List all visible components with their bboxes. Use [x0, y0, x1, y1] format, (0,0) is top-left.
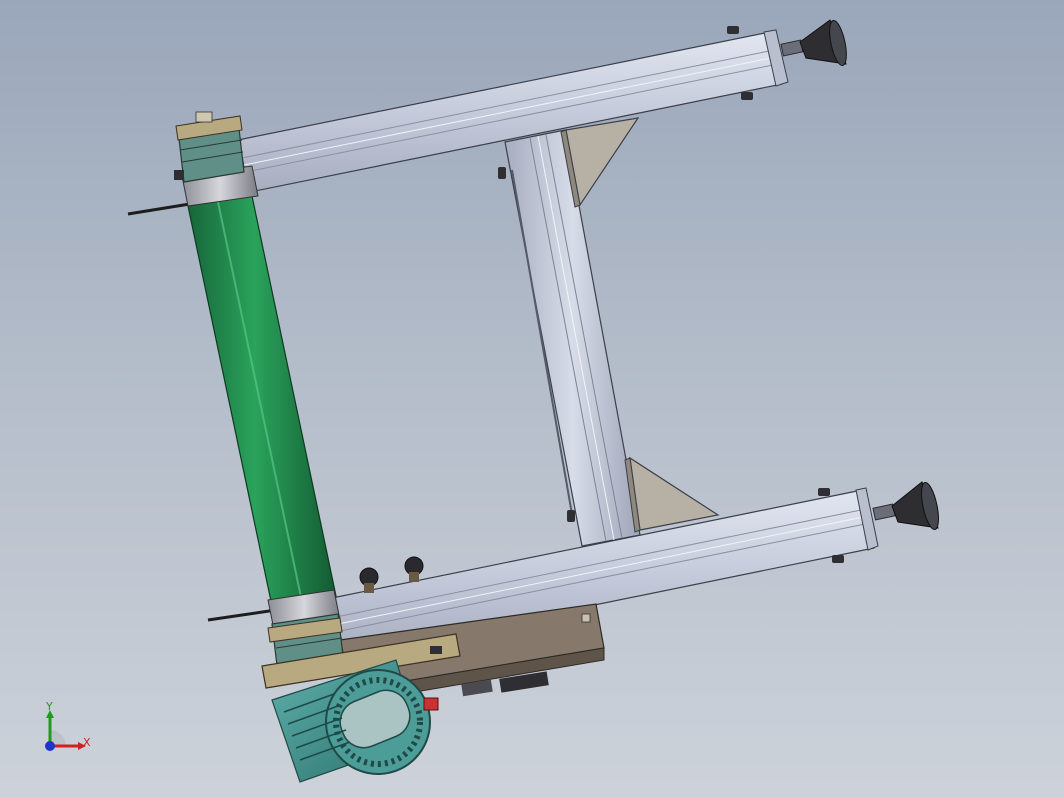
lower-gusset-bracket	[624, 456, 720, 533]
cad-model-scene[interactable]	[0, 0, 1064, 798]
triad-x-label: X	[83, 736, 91, 749]
graphics-viewport[interactable]: X Y	[0, 0, 1064, 798]
upper-gusset-bracket	[560, 117, 640, 208]
upper-bearing-block	[174, 111, 245, 183]
upper-leveling-foot[interactable]	[780, 19, 850, 67]
lower-leveling-foot[interactable]	[872, 481, 942, 531]
coordinate-triad: X Y	[38, 700, 98, 760]
triad-y-label: Y	[46, 700, 53, 713]
green-roller[interactable]	[187, 195, 337, 607]
